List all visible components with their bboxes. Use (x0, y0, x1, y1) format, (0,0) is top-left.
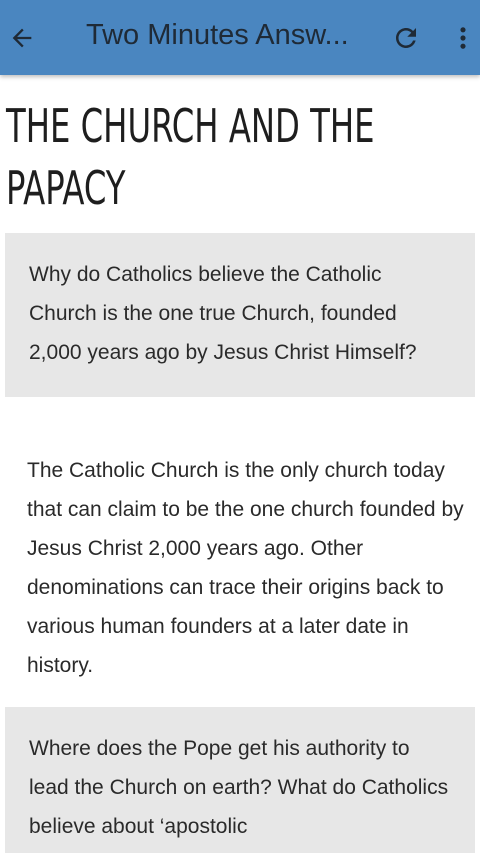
more-options-button[interactable] (446, 0, 480, 75)
question-text: Where does the Pope get his authority to… (29, 737, 449, 838)
refresh-icon (396, 27, 416, 48)
arrow-back-icon (12, 28, 32, 47)
back-button[interactable] (0, 0, 44, 75)
app-bar: Two Minutes Answ... (0, 0, 480, 75)
more-vert-icon (460, 26, 466, 49)
question-box: Where does the Pope get his authority to… (5, 707, 475, 853)
question-box: Why do Catholics believe the Catholic Ch… (5, 233, 475, 397)
article-title: THE CHURCH AND THE PAPACY (6, 99, 375, 215)
answer-text: The Catholic Church is the only church t… (27, 459, 464, 677)
app-title: Two Minutes Answ... (86, 19, 349, 51)
refresh-button[interactable] (384, 0, 428, 75)
article-content[interactable]: THE CHURCH AND THE PAPACY Why do Catholi… (0, 75, 480, 853)
question-text: Why do Catholics believe the Catholic Ch… (29, 263, 417, 364)
